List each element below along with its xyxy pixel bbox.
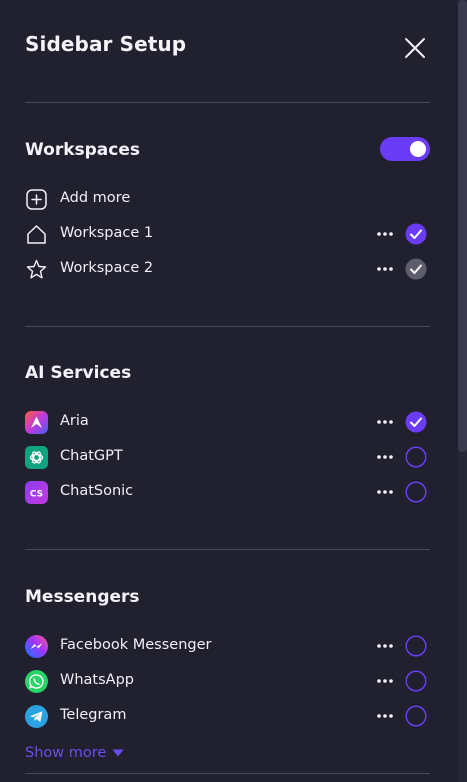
sidebar-item-aria[interactable]: Aria — [25, 409, 430, 435]
sidebar-item-label: ChatGPT — [60, 448, 123, 464]
sidebar-item-label: WhatsApp — [60, 672, 134, 688]
whatsapp-icon — [25, 670, 48, 693]
checkbox-unchecked[interactable] — [405, 446, 427, 468]
sidebar-item-workspace-1[interactable]: Workspace 1 — [25, 221, 430, 247]
sidebar-setup-panel: Sidebar Setup Workspaces Add more Worksp… — [0, 0, 467, 782]
more-options-icon[interactable] — [376, 708, 394, 724]
sidebar-item-chatgpt[interactable]: ChatGPT — [25, 444, 430, 470]
sidebar-item-label: Workspace 2 — [60, 260, 154, 276]
add-more-workspace[interactable]: Add more — [25, 186, 430, 212]
sidebar-item-chatsonic[interactable]: CS ChatSonic — [25, 479, 430, 505]
checkbox-unchecked[interactable] — [405, 705, 427, 727]
telegram-icon — [25, 705, 48, 728]
more-options-icon[interactable] — [376, 638, 394, 654]
section-title-messengers: Messengers — [25, 587, 140, 607]
chatgpt-icon — [25, 446, 48, 469]
show-more-label: Show more — [25, 745, 107, 761]
checkbox-unchecked[interactable] — [405, 481, 427, 503]
chatsonic-badge-text: CS — [30, 490, 43, 500]
more-options-icon[interactable] — [376, 449, 394, 465]
sidebar-item-label: Aria — [60, 413, 89, 429]
aria-icon — [25, 411, 48, 434]
sidebar-item-telegram[interactable]: Telegram — [25, 703, 430, 729]
more-options-icon[interactable] — [376, 261, 394, 277]
divider — [25, 102, 430, 103]
facebook-messenger-icon — [25, 635, 48, 658]
sidebar-item-label: ChatSonic — [60, 483, 134, 499]
sidebar-item-whatsapp[interactable]: WhatsApp — [25, 668, 430, 694]
divider — [25, 326, 430, 327]
caret-down-icon — [112, 749, 124, 757]
checkbox-unchecked[interactable] — [405, 635, 427, 657]
home-icon — [27, 225, 46, 244]
scrollbar-thumb[interactable] — [458, 0, 467, 452]
divider — [25, 549, 430, 550]
checkbox-checked[interactable] — [405, 411, 427, 433]
star-icon — [26, 259, 47, 279]
divider — [25, 773, 430, 774]
panel-header: Sidebar Setup — [0, 0, 467, 92]
section-title-ai-services: AI Services — [25, 363, 132, 383]
chatsonic-icon: CS — [25, 481, 48, 504]
more-options-icon[interactable] — [376, 673, 394, 689]
toggle-knob — [410, 141, 426, 157]
page-title: Sidebar Setup — [25, 32, 187, 56]
checkbox-checked[interactable] — [405, 258, 427, 280]
more-options-icon[interactable] — [376, 414, 394, 430]
plus-square-icon — [26, 189, 47, 210]
more-options-icon[interactable] — [376, 226, 394, 242]
sidebar-item-label: Facebook Messenger — [60, 637, 212, 653]
sidebar-item-label: Telegram — [60, 707, 127, 723]
scrollbar[interactable] — [458, 0, 467, 782]
sidebar-item-label: Workspace 1 — [60, 225, 154, 241]
sidebar-item-workspace-2[interactable]: Workspace 2 — [25, 256, 430, 282]
show-more-link[interactable]: Show more — [25, 745, 124, 761]
checkbox-checked[interactable] — [405, 223, 427, 245]
workspaces-toggle[interactable] — [380, 137, 430, 161]
checkbox-unchecked[interactable] — [405, 670, 427, 692]
add-more-label: Add more — [60, 190, 131, 206]
sidebar-item-facebook-messenger[interactable]: Facebook Messenger — [25, 633, 430, 659]
close-icon[interactable] — [402, 35, 428, 61]
more-options-icon[interactable] — [376, 484, 394, 500]
section-title-workspaces: Workspaces — [25, 140, 140, 160]
